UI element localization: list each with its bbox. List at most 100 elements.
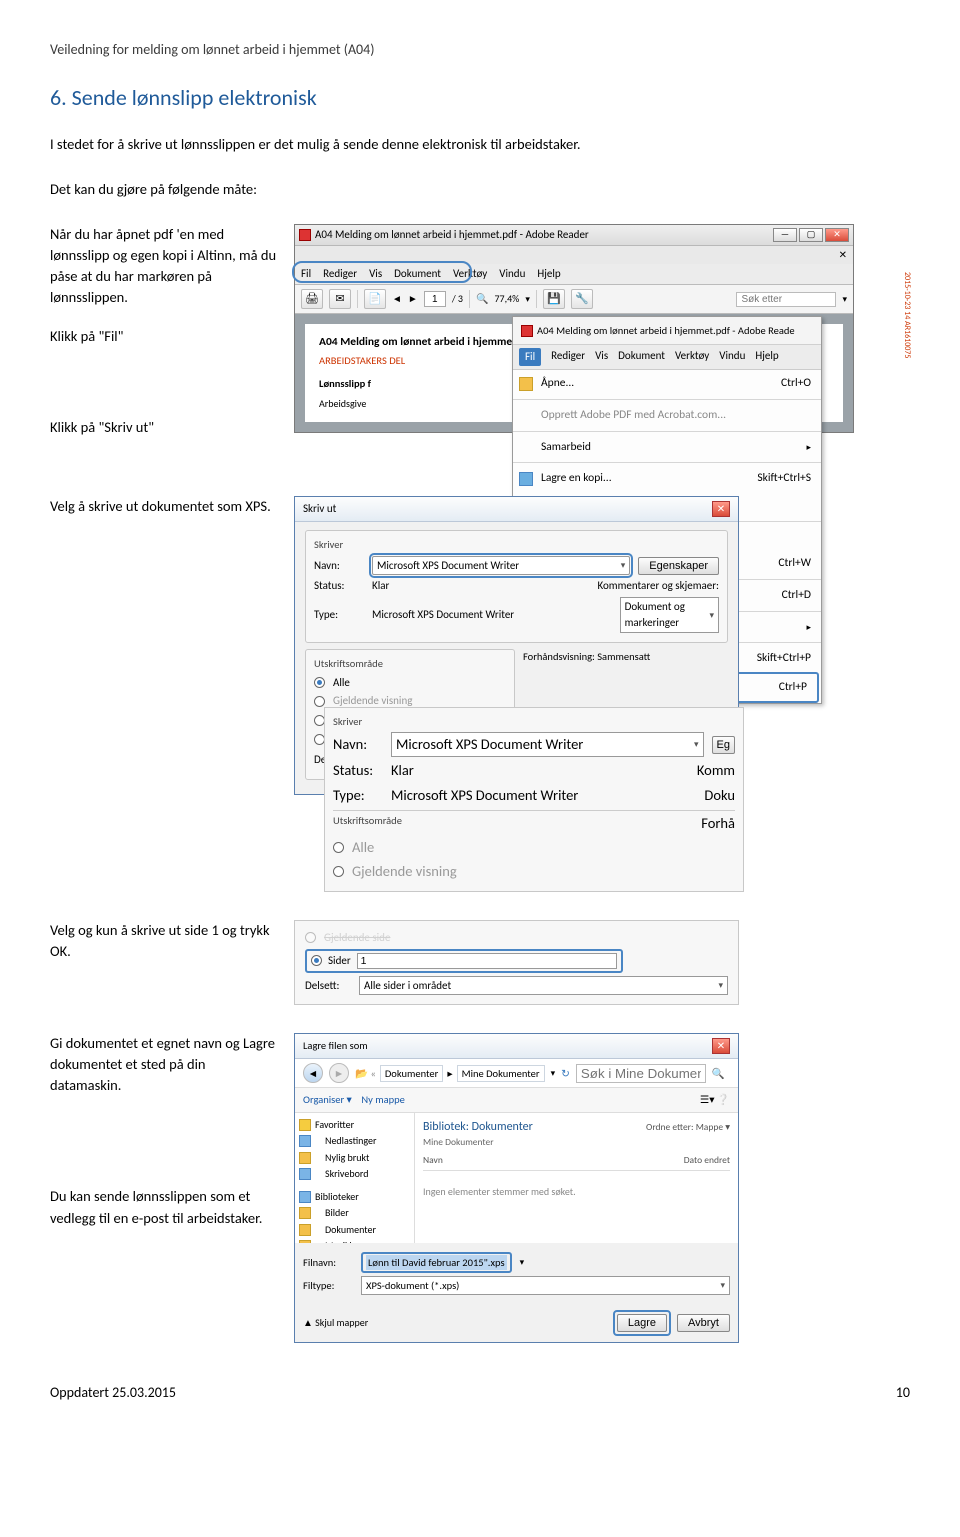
filtype-select[interactable]: XPS-dokument (*.xps)▾: [361, 1276, 730, 1295]
egenskaper-button[interactable]: Egenskaper: [638, 557, 719, 575]
organiser-button[interactable]: Organiser ▾: [303, 1093, 352, 1106]
menu-vis[interactable]: Vis: [595, 348, 608, 366]
empty-message: Ingen elementer stemmer med søket.: [423, 1185, 730, 1200]
close-x[interactable]: ✕: [839, 248, 847, 261]
tree-nylig: Nylig brukt: [295, 1150, 414, 1167]
step4-text: Velg og kun å skrive ut side 1 og trykk …: [50, 920, 280, 962]
col-navn[interactable]: Navn: [423, 1154, 443, 1168]
dialog-close-button[interactable]: ✕: [712, 501, 730, 517]
radio-gjvis[interactable]: [314, 696, 325, 707]
folder-tree[interactable]: Favoritter Nedlastinger Nylig brukt Skri…: [295, 1113, 415, 1243]
skjul-mapper[interactable]: ▲ Skjul mapper: [303, 1316, 368, 1331]
tree-dokumenter: Dokumenter: [295, 1222, 414, 1239]
type-value: Microsoft XPS Document Writer: [372, 607, 514, 623]
page-input[interactable]: [424, 291, 446, 307]
radio-gjside-3[interactable]: [305, 932, 316, 943]
menu-item[interactable]: Opprett Adobe PDF med Acrobat.com...: [513, 402, 821, 429]
menu-vindu[interactable]: Vindu: [719, 348, 745, 366]
menu-item[interactable]: Lagre en kopi...Skift+Ctrl+S: [513, 465, 821, 492]
breadcrumb[interactable]: 📂 « Dokumenter▸ Mine Dokumenter: [355, 1065, 545, 1082]
save-search-input[interactable]: [576, 1064, 706, 1083]
page-icon[interactable]: 📄: [364, 289, 386, 309]
kommentarer-label: Kommentarer og skjemaer:: [597, 578, 719, 594]
tree-bilder: Bilder: [295, 1205, 414, 1222]
radio-alle[interactable]: [314, 677, 325, 688]
filnavn-input[interactable]: Lønn til David februar 2015".xps: [366, 1255, 507, 1270]
printer-select[interactable]: Microsoft XPS Document Writer▾: [372, 556, 630, 576]
page-number: 10: [896, 1383, 910, 1403]
print-range-panel: Gjeldende side Sider Delsett: Alle sider…: [294, 920, 739, 1006]
intro-paragraph-2: Det kan du gjøre på følgende måte:: [50, 179, 910, 200]
menu-verktoy[interactable]: Verktøy: [453, 266, 487, 282]
print-toolbar-icon[interactable]: 🖨: [301, 289, 323, 309]
footer-date: Oppdatert 25.03.2015: [50, 1383, 176, 1403]
kommentarer-select[interactable]: Dokument og markeringer▾: [620, 597, 719, 633]
sider-input-3[interactable]: [357, 953, 617, 969]
pdf-icon: [299, 229, 311, 241]
menu-item[interactable]: Åpne...Ctrl+O: [513, 370, 821, 397]
email-toolbar-icon[interactable]: ✉: [329, 289, 351, 309]
dialog-title: Skriv ut: [303, 501, 336, 517]
status-label: Status:: [314, 578, 364, 594]
filtype-label: Filtype:: [303, 1278, 353, 1293]
lagre-button[interactable]: Lagre: [617, 1314, 667, 1332]
tree-skrivebord: Skrivebord: [295, 1166, 414, 1183]
menu-vis[interactable]: Vis: [369, 266, 382, 282]
tree-musikk: Musikk: [295, 1238, 414, 1243]
col-dato[interactable]: Dato endret: [684, 1154, 730, 1168]
library-title: Bibliotek: Dokumenter: [423, 1119, 533, 1136]
side-stamp: 2015-10-23 14 AR1610075: [900, 272, 912, 358]
tree-favoritter: Favoritter: [295, 1117, 414, 1134]
menu-vindu[interactable]: Vindu: [499, 266, 525, 282]
menu-fil-selected[interactable]: Fil: [519, 348, 541, 366]
menu-dokument[interactable]: Dokument: [394, 266, 441, 282]
delsett-select-3[interactable]: Alle sider i området▾: [359, 976, 728, 996]
search-input[interactable]: [736, 292, 836, 307]
printer-select-2[interactable]: Microsoft XPS Document Writer▾: [391, 732, 704, 757]
menu-hjelp[interactable]: Hjelp: [537, 266, 560, 282]
type-label: Type:: [314, 607, 364, 623]
pdf-icon: [521, 325, 533, 337]
nymappe-button[interactable]: Ny mappe: [361, 1093, 405, 1106]
radio-gjvis-2[interactable]: [333, 866, 344, 877]
save-icon: [519, 472, 533, 486]
menu-verktoy[interactable]: Verktøy: [675, 348, 709, 366]
avbryt-button[interactable]: Avbryt: [677, 1314, 730, 1332]
menu-hjelp[interactable]: Hjelp: [755, 348, 778, 366]
close-button[interactable]: ✕: [825, 228, 849, 242]
menu-dokument[interactable]: Dokument: [618, 348, 665, 366]
library-subtitle: Mine Dokumenter: [423, 1136, 533, 1150]
maximize-button[interactable]: ▢: [799, 228, 823, 242]
menu-fil[interactable]: Fil: [301, 266, 311, 282]
save-dialog: Lagre filen som ✕ ◄ ► 📂 « Dokumenter▸ Mi…: [294, 1033, 739, 1343]
step1-text-b: Klikk på "Fil": [50, 326, 280, 347]
intro-paragraph-1: I stedet for å skrive ut lønnsslippen er…: [50, 134, 910, 155]
menu-rediger[interactable]: Rediger: [551, 348, 585, 366]
save-toolbar-icon[interactable]: 💾: [543, 289, 565, 309]
back-button[interactable]: ◄: [303, 1063, 323, 1083]
navn-label: Navn:: [314, 558, 364, 574]
page-total: / 3: [452, 292, 463, 307]
sort-label[interactable]: Ordne etter: Mappe ▾: [646, 1121, 730, 1135]
radio-sider-3[interactable]: [311, 955, 322, 966]
menu-item[interactable]: Samarbeid▸: [513, 434, 821, 461]
status-value: Klar: [372, 578, 389, 594]
zoom-value: 77,4%: [494, 292, 519, 307]
view-button[interactable]: ☰▾: [700, 1093, 715, 1106]
dropdown-title: A04 Melding om lønnet arbeid i hjemmet.p…: [537, 323, 795, 338]
print-sub-panel: Skriver Navn: Microsoft XPS Document Wri…: [324, 707, 744, 891]
save-dialog-close[interactable]: ✕: [712, 1038, 730, 1054]
folder-icon: [519, 377, 533, 391]
fwd-button[interactable]: ►: [329, 1063, 349, 1083]
help-button[interactable]: ❔: [717, 1093, 730, 1106]
minimize-button[interactable]: —: [773, 228, 797, 242]
menu-rediger[interactable]: Rediger: [323, 266, 357, 282]
section-heading: 6. Sende lønnslipp elektronisk: [50, 82, 910, 114]
tool-icon[interactable]: 🔧: [571, 289, 593, 309]
radio-alle-2[interactable]: [333, 842, 344, 853]
step6-text: Du kan sende lønnsslippen som et vedlegg…: [50, 1186, 280, 1228]
eg-button[interactable]: Eg: [712, 736, 735, 754]
window-title: A04 Melding om lønnet arbeid i hjemmet.p…: [315, 227, 589, 243]
step3-text: Velg å skrive ut dokumentet som XPS.: [50, 496, 280, 517]
menubar: Fil Rediger Vis Dokument Verktøy Vindu H…: [295, 264, 853, 285]
